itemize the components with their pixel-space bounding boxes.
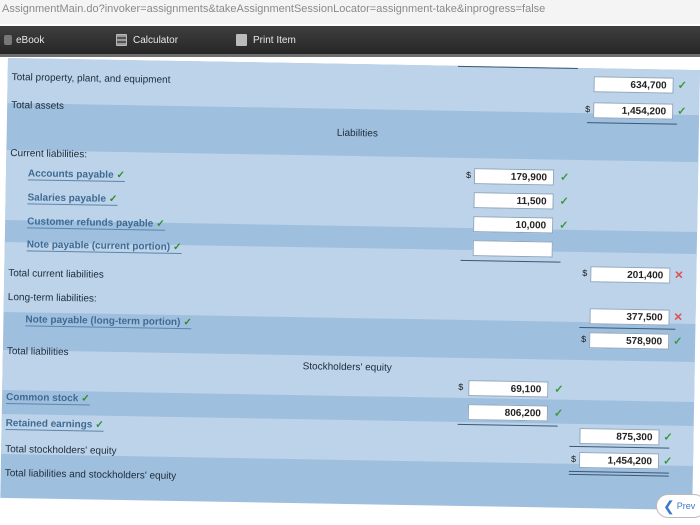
- note-payable-current-input[interactable]: [472, 240, 553, 258]
- common-stock-input[interactable]: 69,100: [468, 380, 549, 398]
- chevron-left-icon: ❮: [663, 497, 675, 514]
- dollar-sign: $: [458, 381, 464, 392]
- accounts-payable-label: Accounts payable ✓: [27, 168, 126, 183]
- checkmark-icon: ✓: [172, 241, 182, 254]
- calculator-label: Calculator: [133, 34, 179, 46]
- total-liabilities-and-equity-input[interactable]: 1,454,200: [578, 452, 660, 470]
- total-current-liabilities-input[interactable]: 201,400: [590, 266, 671, 284]
- print-icon: [236, 34, 247, 46]
- total-current-liabilities-label: Total current liabilities: [8, 268, 104, 281]
- checkmark-icon: ✓: [662, 455, 673, 468]
- accounts-payable-input[interactable]: 179,900: [473, 168, 555, 186]
- checkmark-icon: ✓: [108, 193, 118, 205]
- checkmark-icon: ✓: [559, 219, 569, 232]
- note-payable-long-term-label: Note payable (long-term portion) ✓: [25, 314, 192, 330]
- total-liabilities-input[interactable]: 578,900: [589, 332, 670, 350]
- calculator-icon: [116, 34, 127, 46]
- prev-button[interactable]: ❮ Prev: [656, 494, 700, 518]
- customer-refunds-payable-label: Customer refunds payable ✓: [27, 216, 165, 231]
- total-assets-input[interactable]: 1,454,200: [593, 102, 674, 120]
- dollar-sign: $: [585, 104, 591, 115]
- print-label: Print Item: [253, 34, 296, 46]
- assignment-toolbar: eBook Calculator Print Item: [0, 26, 700, 57]
- tab-ebook[interactable]: eBook: [4, 26, 44, 54]
- checkmark-icon: ✓: [554, 383, 564, 396]
- checkmark-icon: ✓: [553, 407, 564, 420]
- retained-earnings-label: Retained earnings ✓: [5, 418, 104, 432]
- dollar-sign: $: [571, 453, 577, 464]
- x-mark-icon: ✕: [673, 311, 683, 324]
- long-term-liabilities-heading: Long-term liabilities:: [7, 292, 97, 305]
- total-stockholders-equity-label: Total stockholders' equity: [5, 444, 117, 457]
- browser-url-bar[interactable]: AssignmentMain.do?invoker=assignments&ta…: [0, 0, 700, 24]
- total-stockholders-equity-input[interactable]: 875,300: [579, 428, 660, 446]
- checkmark-icon: ✓: [559, 171, 570, 184]
- checkmark-icon: ✓: [673, 335, 683, 348]
- checkmark-icon: ✓: [116, 169, 126, 182]
- checkmark-icon: ✓: [156, 218, 165, 230]
- x-mark-icon: ✕: [674, 269, 684, 282]
- ebook-icon: [4, 35, 12, 45]
- checkmark-icon: ✓: [81, 393, 90, 405]
- stockholders-equity-heading: Stockholders' equity: [302, 361, 392, 374]
- checkmark-icon: ✓: [677, 79, 687, 92]
- current-liabilities-heading: Current liabilities:: [10, 148, 88, 161]
- ebook-label: eBook: [16, 34, 45, 46]
- tab-print-item[interactable]: Print Item: [236, 26, 296, 54]
- checkmark-icon: ✓: [663, 431, 673, 444]
- liabilities-heading: Liabilities: [336, 127, 378, 140]
- retained-earnings-input[interactable]: 806,200: [467, 404, 549, 422]
- total-assets-label: Total assets: [11, 100, 65, 112]
- customer-refunds-payable-input[interactable]: 10,000: [473, 216, 554, 234]
- prev-label: Prev: [676, 501, 696, 511]
- checkmark-icon: ✓: [677, 105, 687, 118]
- note-payable-long-term-input[interactable]: 377,500: [589, 308, 670, 326]
- tab-calculator[interactable]: Calculator: [116, 26, 178, 54]
- dollar-sign: $: [465, 170, 472, 181]
- total-ppe-input[interactable]: 634,700: [593, 76, 674, 94]
- checkmark-icon: ✓: [559, 195, 569, 208]
- common-stock-label: Common stock ✓: [5, 392, 90, 406]
- total-liabilities-label: Total liabilities: [6, 346, 69, 359]
- salaries-payable-label: Salaries payable ✓: [27, 192, 118, 206]
- dollar-sign: $: [581, 334, 587, 345]
- balance-sheet-form: Total property, plant, and equipment 634…: [0, 58, 700, 511]
- checkmark-icon: ✓: [183, 317, 192, 329]
- salaries-payable-input[interactable]: 11,500: [473, 192, 554, 210]
- dollar-sign: $: [582, 268, 588, 279]
- total-liabilities-and-equity-label: Total liabilities and stockholders' equi…: [4, 468, 177, 482]
- checkmark-icon: ✓: [95, 419, 104, 431]
